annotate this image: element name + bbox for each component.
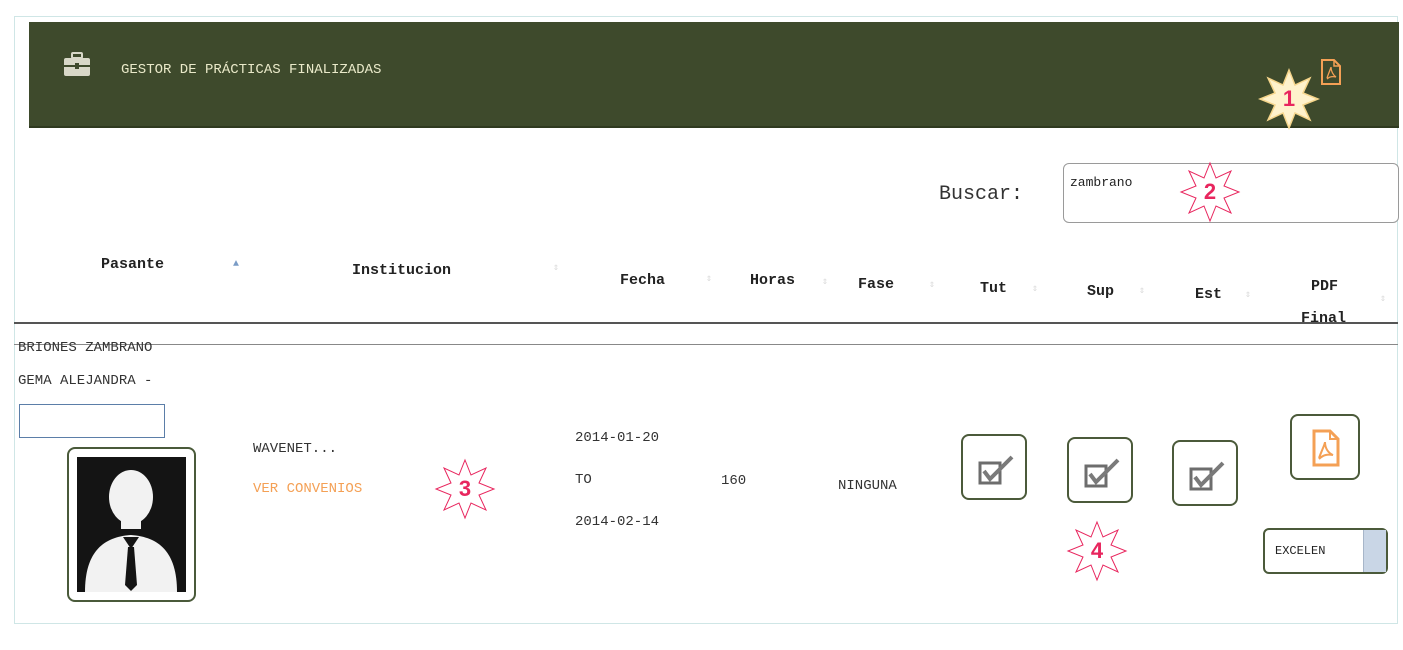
sort-icon[interactable]: ⇕ <box>822 276 828 288</box>
checkbox-checked-icon <box>978 455 1014 485</box>
date-separator: TO <box>575 472 592 488</box>
col-header-horas[interactable]: Horas <box>750 272 795 289</box>
student-name-line1: BRIONES ZAMBRANO <box>18 340 153 356</box>
date-start: 2014-01-20 <box>575 430 660 446</box>
page-title: GESTOR DE PRÁCTICAS FINALIZADAS <box>121 62 382 78</box>
col-header-est[interactable]: Est <box>1195 286 1222 303</box>
col-header-institucion[interactable]: Institucion <box>352 262 451 279</box>
sort-icon[interactable]: ⇕ <box>1139 285 1145 297</box>
callout-marker-2: 2 <box>1179 161 1241 223</box>
sort-icon[interactable]: ⇕ <box>1245 289 1251 301</box>
sort-icon[interactable]: ⇕ <box>1032 283 1038 295</box>
search-label: Buscar: <box>939 183 1024 206</box>
avatar <box>67 447 196 602</box>
rating-selected-value: EXCELEN <box>1275 544 1326 558</box>
tut-check-button[interactable] <box>961 434 1027 500</box>
col-header-pdf[interactable]: PDF <box>1311 278 1338 295</box>
callout-marker-1: 1 <box>1258 68 1320 130</box>
callout-number: 4 <box>1090 538 1104 563</box>
col-header-final[interactable]: Final <box>1301 310 1346 327</box>
briefcase-icon <box>64 52 90 76</box>
sort-icon[interactable]: ⇕ <box>929 279 935 291</box>
callout-marker-3: 3 <box>434 458 496 520</box>
callout-number: 3 <box>458 476 472 501</box>
sort-icon[interactable]: ⇕ <box>706 273 712 285</box>
sort-ascending-icon[interactable]: ▲ <box>233 259 239 270</box>
header-bar: GESTOR DE PRÁCTICAS FINALIZADAS <box>29 22 1399 128</box>
header-divider <box>14 322 1398 324</box>
pdf-file-icon[interactable] <box>1320 58 1342 86</box>
col-header-pasante[interactable]: Pasante <box>101 256 164 273</box>
student-text-field[interactable] <box>19 404 165 438</box>
col-header-tut[interactable]: Tut <box>980 280 1007 297</box>
checkbox-checked-icon <box>1189 461 1225 491</box>
date-end: 2014-02-14 <box>575 514 660 530</box>
callout-number: 1 <box>1282 86 1296 111</box>
student-name-line2: GEMA ALEJANDRA - <box>18 373 153 389</box>
sup-check-button[interactable] <box>1067 437 1133 503</box>
chevron-down-icon[interactable] <box>1363 530 1386 572</box>
row-divider <box>14 344 1398 345</box>
final-pdf-button[interactable] <box>1290 414 1360 480</box>
hours-value: 160 <box>721 473 747 489</box>
user-silhouette-icon <box>77 457 186 592</box>
col-header-fase[interactable]: Fase <box>858 276 894 293</box>
callout-marker-4: 4 <box>1066 520 1128 582</box>
view-agreements-link[interactable]: VER CONVENIOS <box>253 481 362 497</box>
checkbox-checked-icon <box>1084 458 1120 488</box>
institution-name: WAVENET... <box>253 441 338 457</box>
phase-value: NINGUNA <box>838 478 897 494</box>
pdf-file-icon <box>1312 429 1340 467</box>
est-check-button[interactable] <box>1172 440 1238 506</box>
sort-icon[interactable]: ⇕ <box>553 262 559 274</box>
callout-number: 2 <box>1203 179 1217 204</box>
sort-icon[interactable]: ⇕ <box>1380 293 1386 305</box>
col-header-fecha[interactable]: Fecha <box>620 272 665 289</box>
rating-select[interactable]: EXCELEN <box>1263 528 1388 574</box>
col-header-sup[interactable]: Sup <box>1087 283 1114 300</box>
